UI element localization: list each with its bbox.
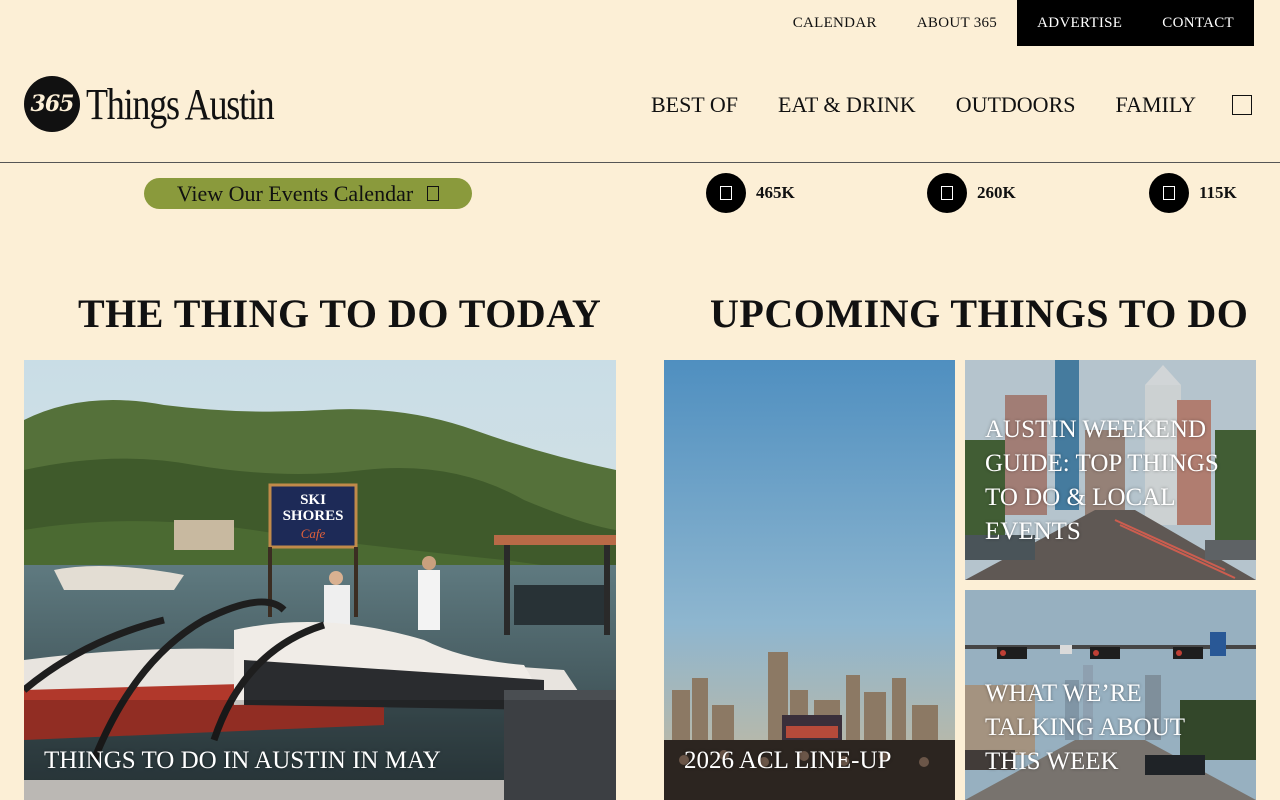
search-icon[interactable] bbox=[1232, 95, 1252, 115]
photo-sign-line1: SKI bbox=[300, 492, 326, 508]
social-facebook[interactable]: 465K bbox=[706, 173, 795, 213]
instagram-icon bbox=[927, 173, 967, 213]
upcoming-card-acl-title: 2026 ACL LINE-UP bbox=[684, 747, 892, 774]
social-twitter[interactable]: 115K bbox=[1149, 173, 1237, 213]
nav-outdoors[interactable]: OUTDOORS bbox=[956, 92, 1076, 118]
today-card[interactable]: SKI SHORES Cafe THINGS TO DO IN AUSTIN I… bbox=[24, 360, 616, 800]
calendar-icon bbox=[427, 186, 440, 201]
section-heading-upcoming: UPCOMING THINGS TO DO bbox=[710, 291, 1249, 336]
top-nav-advertise[interactable]: ADVERTISE bbox=[1017, 0, 1142, 46]
nav-best-of[interactable]: BEST OF bbox=[651, 92, 738, 118]
events-calendar-button[interactable]: View Our Events Calendar bbox=[144, 178, 472, 209]
facebook-count: 465K bbox=[756, 183, 795, 202]
today-card-title: THINGS TO DO IN AUSTIN IN MAY bbox=[44, 747, 441, 774]
twitter-icon bbox=[1149, 173, 1189, 213]
site-logo[interactable]: 365 Things Austin bbox=[24, 76, 315, 132]
upcoming-card-talking-about[interactable]: WHAT WE’RE TALKING ABOUT THIS WEEK bbox=[965, 590, 1256, 800]
upcoming-card-weekend-guide-title: AUSTIN WEEKEND GUIDE: TOP THINGS TO DO &… bbox=[985, 416, 1219, 545]
lake-boats-photo: SKI SHORES Cafe bbox=[24, 360, 616, 800]
events-calendar-label: View Our Events Calendar bbox=[176, 180, 414, 206]
acl-skyline-photo bbox=[664, 360, 955, 800]
social-instagram[interactable]: 260K bbox=[927, 173, 1016, 213]
facebook-icon bbox=[706, 173, 746, 213]
photo-sign-line3: Cafe bbox=[301, 526, 326, 541]
logo-text: Things Austin bbox=[86, 79, 275, 129]
upcoming-card-talking-about-title: WHAT WE’RE TALKING ABOUT THIS WEEK bbox=[985, 680, 1185, 775]
top-nav-contact[interactable]: CONTACT bbox=[1142, 0, 1254, 46]
upcoming-card-weekend-guide[interactable]: AUSTIN WEEKEND GUIDE: TOP THINGS TO DO &… bbox=[965, 360, 1256, 580]
header-divider bbox=[0, 162, 1280, 163]
logo-mark: 365 bbox=[24, 76, 80, 132]
top-nav-calendar[interactable]: CALENDAR bbox=[773, 0, 897, 46]
upcoming-card-acl[interactable]: 2026 ACL LINE-UP bbox=[664, 360, 955, 800]
twitter-count: 115K bbox=[1199, 183, 1237, 202]
nav-eat-drink[interactable]: EAT & DRINK bbox=[778, 92, 916, 118]
main-nav: BEST OF EAT & DRINK OUTDOORS FAMILY bbox=[611, 92, 1252, 118]
instagram-count: 260K bbox=[977, 183, 1016, 202]
top-nav-dark-group: ADVERTISE CONTACT bbox=[1017, 0, 1254, 46]
photo-sign-line2: SHORES bbox=[283, 508, 344, 524]
top-nav-about[interactable]: ABOUT 365 bbox=[897, 0, 1017, 46]
nav-family[interactable]: FAMILY bbox=[1115, 92, 1196, 118]
section-heading-today: THE THING TO DO TODAY bbox=[78, 291, 602, 336]
top-nav: CALENDAR ABOUT 365 ADVERTISE CONTACT bbox=[773, 0, 1254, 46]
